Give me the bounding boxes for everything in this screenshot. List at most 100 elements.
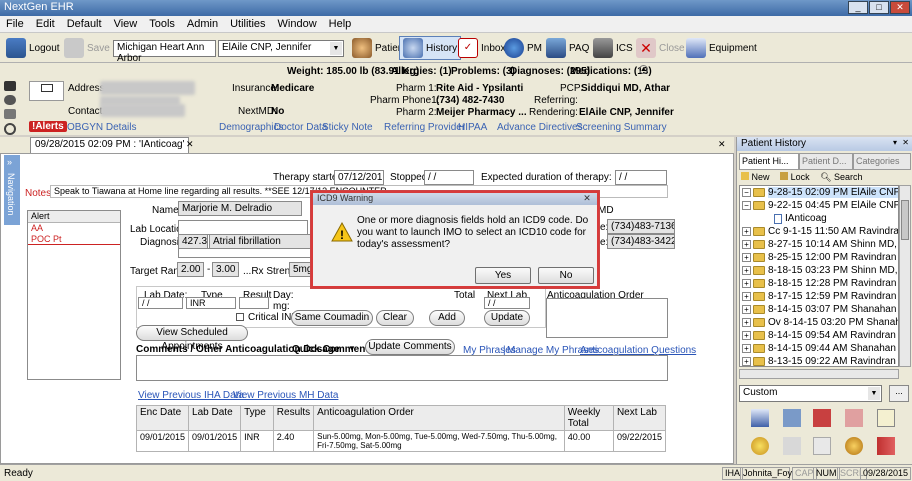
labs-icon[interactable] — [813, 409, 831, 427]
menu-utilities[interactable]: Utilities — [224, 16, 271, 30]
referring-provider-link[interactable]: Referring Provider — [384, 122, 465, 133]
document-x-icon[interactable] — [783, 437, 801, 455]
view-mh-link[interactable]: View Previous MH Data — [233, 390, 338, 401]
hipaa-link[interactable]: HIPAA — [458, 122, 487, 133]
target-high-field[interactable]: 3.00 — [212, 262, 239, 277]
tree-row[interactable]: +8-18-15 03:23 PM Shinn MD, T — [742, 264, 898, 277]
type-field[interactable]: INR — [186, 297, 236, 309]
table-row[interactable]: 09/01/2015 09/01/2015 INR 2.40 Sun-5.00m… — [135, 430, 667, 452]
pin-icon[interactable] — [4, 109, 16, 119]
menu-edit[interactable]: Edit — [30, 16, 61, 30]
tree-row[interactable]: +8-18-15 12:28 PM Ravindran M — [742, 277, 898, 290]
pm-button[interactable]: PM — [504, 36, 542, 60]
view-iha-link[interactable]: View Previous IHA Data — [138, 390, 244, 401]
expand-icon[interactable]: + — [742, 318, 751, 327]
clear-button[interactable]: Clear — [376, 310, 414, 326]
menu-default[interactable]: Default — [61, 16, 108, 30]
expand-icon[interactable]: » — [7, 157, 12, 167]
add-button[interactable]: Add — [429, 310, 465, 326]
expand-icon[interactable]: + — [742, 292, 751, 301]
next-lab-field[interactable]: / / — [484, 297, 530, 309]
tree-row[interactable]: +8-27-15 10:14 AM Shinn MD, T — [742, 238, 898, 251]
tree-row[interactable]: IAnticoag — [774, 212, 827, 225]
card-icon[interactable] — [4, 81, 16, 91]
expand-icon[interactable]: + — [742, 331, 751, 340]
collapse-icon[interactable]: ▲ — [639, 65, 648, 74]
menu-help[interactable]: Help — [323, 16, 358, 30]
tree-row[interactable]: + Ov 8-14-15 03:20 PM Shanahar — [742, 316, 898, 329]
tab-close-icon[interactable]: ✕ — [186, 139, 194, 150]
inbox-button[interactable]: ✓ Inbox — [458, 36, 505, 60]
critical-inr-checkbox[interactable] — [236, 313, 244, 321]
menu-view[interactable]: View — [108, 16, 144, 30]
target-low-field[interactable]: 2.00 — [177, 262, 204, 277]
history-filter-select[interactable]: Custom ▼ — [739, 385, 882, 402]
yes-button[interactable]: Yes — [475, 267, 531, 284]
collapse-icon[interactable]: − — [742, 201, 751, 210]
new-button[interactable]: New — [741, 172, 770, 182]
sticky-note-link[interactable]: Sticky Note — [322, 122, 373, 133]
expand-icon[interactable]: + — [742, 279, 751, 288]
tree-scrollbar[interactable] — [899, 185, 911, 367]
pin-icon[interactable]: ▾ — [893, 138, 897, 147]
stopped-field[interactable]: / / — [424, 170, 474, 185]
list-icon[interactable] — [751, 409, 769, 427]
expand-icon[interactable]: + — [742, 253, 751, 262]
grid-icon[interactable] — [783, 409, 801, 427]
search-button[interactable]: 🔍︎ Search — [820, 172, 862, 182]
tab-ianticoag[interactable]: 09/28/2015 02:09 PM : 'IAnticoag' — [30, 137, 190, 153]
expand-icon[interactable]: + — [742, 305, 751, 314]
close-icon[interactable]: ✕ — [902, 138, 909, 147]
tab-patient-documents[interactable]: Patient D... — [799, 153, 853, 170]
menu-window[interactable]: Window — [272, 16, 323, 30]
tree-row[interactable]: +8-13-15 09:22 AM Ravindran M — [742, 355, 898, 366]
update-comments-button[interactable]: Update Comments — [365, 339, 455, 355]
navigation-panel[interactable]: » Navigation — [4, 155, 20, 225]
chevron-down-icon[interactable]: ▼ — [348, 344, 356, 353]
provider-select[interactable]: ElAile CNP, Jennifer ▼ — [218, 40, 344, 57]
tree-row[interactable]: +8-17-15 12:59 PM Ravindran M — [742, 290, 898, 303]
same-coumadin-button[interactable]: Same Coumadin — [291, 310, 373, 326]
expand-icon[interactable]: + — [742, 227, 751, 236]
result-field[interactable] — [239, 297, 269, 309]
ics-button[interactable]: ICS — [593, 36, 633, 60]
advance-directives-link[interactable]: Advance Directives — [497, 122, 583, 133]
save-button[interactable]: Save — [64, 36, 110, 60]
expand-icon[interactable]: + — [742, 344, 751, 353]
no-button[interactable]: No — [538, 267, 594, 284]
screening-summary-link[interactable]: Screening Summary — [576, 122, 667, 133]
history-button[interactable]: History — [399, 36, 462, 60]
obgyn-link[interactable]: OBGYN Details — [67, 122, 136, 133]
diagnosis-extra-field[interactable] — [178, 248, 314, 258]
logout-button[interactable]: Logout — [6, 36, 60, 60]
tree-row[interactable]: + Cc 9-1-15 11:50 AM Ravindran — [742, 225, 898, 238]
maximize-button[interactable]: □ — [869, 1, 889, 14]
dialog-close-button[interactable]: ✕ — [580, 193, 594, 204]
tree-row[interactable]: +8-25-15 12:00 PM Ravindran M — [742, 251, 898, 264]
expand-icon[interactable]: + — [742, 240, 751, 249]
lab-date-field[interactable]: / / — [138, 297, 183, 309]
paq-button[interactable]: PAQ — [546, 36, 589, 60]
tree-hscrollbar[interactable] — [739, 369, 899, 379]
close-button[interactable]: ✕ Close — [636, 36, 685, 60]
pane-close-icon[interactable]: ✕ — [718, 139, 726, 150]
problems-link[interactable]: Problems: (3) — [451, 66, 515, 77]
tab-categories[interactable]: Categories — [853, 153, 911, 170]
report-icon[interactable] — [813, 437, 831, 455]
close-window-button[interactable]: ✕ — [890, 1, 910, 14]
doctor-data-link[interactable]: Doctor Data — [274, 122, 327, 133]
tree-row[interactable]: +8-14-15 03:07 PM Shanahan Al — [742, 303, 898, 316]
alert-item[interactable]: AA — [28, 223, 120, 234]
flower-icon[interactable] — [751, 437, 769, 455]
flower-icon[interactable] — [845, 437, 863, 455]
lab-location-field[interactable] — [178, 220, 308, 235]
menu-admin[interactable]: Admin — [181, 16, 224, 30]
clock-icon[interactable] — [4, 123, 16, 135]
tab-patient-history[interactable]: Patient Hi... — [739, 153, 799, 170]
expand-icon[interactable]: + — [742, 266, 751, 275]
anticoag-order-field[interactable] — [546, 298, 668, 338]
update-button[interactable]: Update — [484, 310, 530, 326]
history-more-button[interactable]: ... — [889, 385, 909, 402]
expected-duration-field[interactable]: / / — [615, 170, 667, 185]
comments-field[interactable] — [136, 355, 668, 381]
